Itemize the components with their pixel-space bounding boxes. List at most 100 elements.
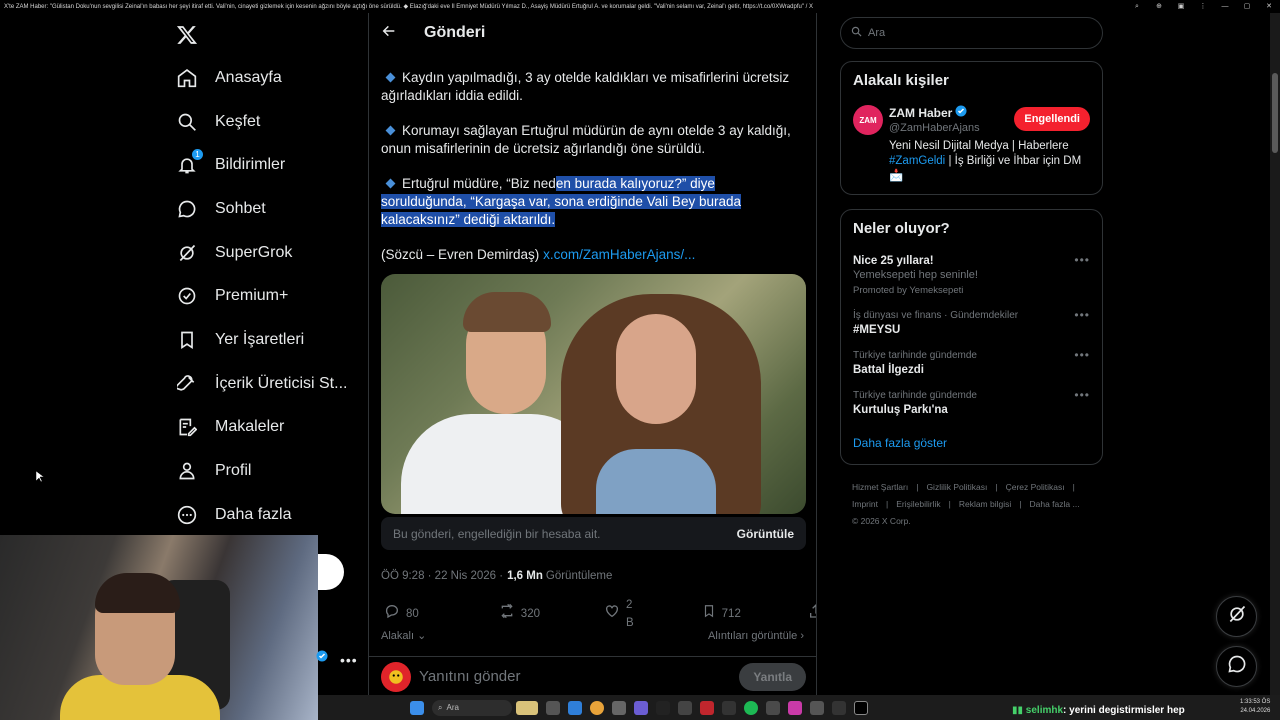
nav-supergrok[interactable]: SuperGrok xyxy=(170,231,365,275)
reply-button[interactable]: Yanıtla xyxy=(739,662,806,691)
taskbar-clock[interactable]: 1:33:53 ÖS 24.04.2026 xyxy=(1240,698,1270,716)
more-options-icon[interactable]: ••• xyxy=(1074,253,1090,267)
nav-explore[interactable]: Keşfet xyxy=(170,100,365,144)
scrollbar[interactable] xyxy=(1270,13,1280,695)
window-controls: ⌕ ⊕ ▣ ⋮ — ▢ ✕ xyxy=(1126,0,1280,13)
mouse-cursor-icon xyxy=(35,470,45,488)
related-people-card: Alakalı kişiler ZAM ZAM Haber @ZamHaberA… xyxy=(840,61,1103,195)
nav-creator-studio[interactable]: İçerik Üreticisi St... xyxy=(170,362,365,406)
bookmark-button[interactable]: 712 xyxy=(702,603,741,625)
nav-chat[interactable]: Sohbet xyxy=(170,187,365,231)
windows-start-icon[interactable] xyxy=(410,700,424,715)
search-input[interactable]: Ara xyxy=(840,17,1103,49)
x-app-icon[interactable] xyxy=(854,700,868,715)
nav-notifications[interactable]: 1 Bildirimler xyxy=(170,143,365,187)
account-menu-icon[interactable]: ••• xyxy=(340,652,358,668)
explorer-icon[interactable] xyxy=(612,700,626,715)
trend-item[interactable]: Türkiye tarihinde gündemde Kurtuluş Park… xyxy=(853,388,1090,416)
nav-articles[interactable]: Makaleler xyxy=(170,406,365,450)
nav-profile[interactable]: Profil xyxy=(170,449,365,493)
back-arrow-icon[interactable] xyxy=(381,23,397,44)
app-icon[interactable] xyxy=(700,700,714,715)
repost-button[interactable]: 320 xyxy=(499,603,540,625)
close-button[interactable]: ✕ xyxy=(1258,0,1280,13)
window-titlebar: X'te ZAM Haber: "Gülistan Doku'nun sevgi… xyxy=(0,0,1280,13)
person-name[interactable]: ZAM Haber xyxy=(889,105,980,120)
avatar xyxy=(381,661,411,692)
trend-item[interactable]: Nice 25 yıllara! Yemeksepeti hep seninle… xyxy=(853,253,1090,296)
nav-bookmarks-label: Yer İşaretleri xyxy=(215,330,305,348)
share-button[interactable] xyxy=(808,603,816,625)
verified-icon xyxy=(955,105,967,120)
bookmark-icon xyxy=(176,329,198,351)
stream-chat-message: ▮▮ selimhk: yerini degistirmisler hep xyxy=(1012,705,1185,716)
more-options-icon[interactable]: ••• xyxy=(1074,388,1090,402)
app-icon[interactable] xyxy=(788,700,802,715)
scrollbar-thumb[interactable] xyxy=(1272,73,1278,153)
hashtag-link[interactable]: #ZamGeldi xyxy=(889,155,945,167)
view-quotes-link[interactable]: Alıntıları görüntüle › xyxy=(708,627,804,645)
related-person[interactable]: ZAM ZAM Haber @ZamHaberAjans Engellendi xyxy=(853,105,1090,135)
view-button[interactable]: Görüntüle xyxy=(737,525,794,543)
post-timestamp[interactable]: ÖÖ 9:28 · 22 Nis 2026 · xyxy=(381,567,503,585)
notification-badge: 1 xyxy=(191,148,204,162)
bookmark-icon xyxy=(702,603,716,625)
task-view-icon[interactable] xyxy=(546,700,560,715)
app-icon[interactable] xyxy=(722,700,736,715)
blocked-button[interactable]: Engellendi xyxy=(1014,107,1090,131)
avatar[interactable]: ZAM xyxy=(853,105,883,135)
reply-button[interactable]: 80 xyxy=(384,603,419,625)
source-link[interactable]: x.com/ZamHaberAjans/... xyxy=(543,247,695,262)
discord-icon[interactable] xyxy=(634,700,648,715)
relevant-dropdown[interactable]: Alakalı ⌄ xyxy=(381,627,426,645)
app-icon[interactable] xyxy=(810,700,824,715)
zoom-icon[interactable]: ⊕ xyxy=(1148,0,1170,13)
chrome-icon[interactable] xyxy=(590,700,604,715)
trend-item[interactable]: İş dünyası ve finans · Gündemdekiler #ME… xyxy=(853,308,1090,336)
nav-premium-label: Premium+ xyxy=(215,287,289,305)
nav-premium[interactable]: Premium+ xyxy=(170,274,365,318)
chat-badge-icon: ▮▮ xyxy=(1012,705,1026,716)
menu-icon[interactable]: ⋮ xyxy=(1192,0,1214,13)
like-button[interactable]: 2 B xyxy=(604,596,634,632)
nav-more[interactable]: Daha fazla xyxy=(170,493,365,537)
trend-item[interactable]: Türkiye tarihinde gündemde Battal İlgezd… xyxy=(853,348,1090,376)
app-icon[interactable] xyxy=(678,700,692,715)
reply-filter-row: Alakalı ⌄ Alıntıları görüntüle › xyxy=(381,628,804,644)
nav-more-label: Daha fazla xyxy=(215,505,292,523)
edge-icon[interactable] xyxy=(568,700,582,715)
post-body: Kaydın yapılmadığı, 3 ay otelde kaldıkla… xyxy=(369,69,816,644)
post-image[interactable] xyxy=(381,274,806,514)
search-icon: ⌕ xyxy=(438,702,443,712)
home-icon xyxy=(176,67,198,89)
taskbar-search[interactable]: ⌕ Ara xyxy=(432,699,512,716)
envelope-icon: 📩 xyxy=(889,170,904,182)
post-button-partial[interactable] xyxy=(318,554,344,590)
extensions-icon[interactable]: ▣ xyxy=(1170,0,1192,13)
person-bio: Yeni Nesil Dijital Medya | Haberlere #Za… xyxy=(889,140,1082,182)
restore-button[interactable]: ▢ xyxy=(1236,0,1258,13)
app-icon[interactable] xyxy=(766,700,780,715)
search-icon xyxy=(851,26,862,40)
chat-icon xyxy=(176,198,198,220)
sidebar-nav: Anasayfa Keşfet 1 Bildirimler Sohbet Sup… xyxy=(170,18,365,537)
minimize-button[interactable]: — xyxy=(1214,0,1236,13)
messages-fab[interactable] xyxy=(1216,646,1257,687)
app-icon[interactable] xyxy=(832,700,846,715)
main-column: Gönderi Kaydın yapılmadığı, 3 ay otelde … xyxy=(368,13,817,695)
more-options-icon[interactable]: ••• xyxy=(1074,348,1090,362)
app-icon[interactable] xyxy=(656,700,670,715)
x-logo-icon[interactable] xyxy=(170,18,204,52)
show-more-link[interactable]: Daha fazla göster xyxy=(853,436,1090,454)
grok-fab[interactable] xyxy=(1216,596,1257,637)
widgets-icon[interactable] xyxy=(516,700,538,715)
nav-bookmarks[interactable]: Yer İşaretleri xyxy=(170,318,365,362)
spotify-icon[interactable] xyxy=(744,700,758,715)
heart-icon xyxy=(604,603,620,625)
reply-input[interactable]: Yanıtını gönder xyxy=(419,668,739,685)
nav-home[interactable]: Anasayfa xyxy=(170,56,365,100)
more-options-icon[interactable]: ••• xyxy=(1074,308,1090,322)
chat-icon xyxy=(1227,654,1247,679)
search-icon[interactable]: ⌕ xyxy=(1126,0,1148,13)
grok-icon xyxy=(176,242,198,264)
